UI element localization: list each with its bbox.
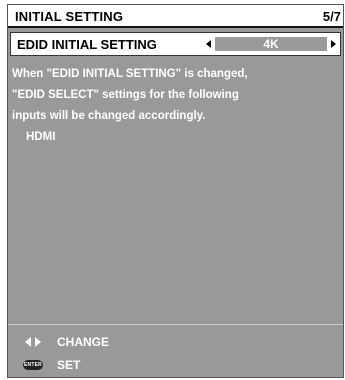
edid-initial-setting-row[interactable]: EDID INITIAL SETTING 4K [10, 32, 341, 56]
message-line-1: When "EDID INITIAL SETTING" is changed, [12, 68, 248, 80]
setting-value-selector[interactable]: 4K [206, 37, 336, 51]
message-line-3: inputs will be changed accordingly. [12, 110, 206, 122]
message-line-2: "EDID SELECT" settings for the following [12, 89, 239, 101]
left-right-arrows-icon [23, 336, 49, 348]
enter-button-icon: ENTER [23, 359, 49, 371]
affected-input-hdmi: HDMI [26, 131, 56, 143]
footer-change-hint: CHANGE [8, 332, 343, 352]
initial-setting-screen: INITIAL SETTING 5/7 EDID INITIAL SETTING… [7, 4, 344, 378]
left-arrow-icon[interactable] [206, 40, 211, 48]
page-indicator: 5/7 [322, 9, 341, 24]
set-label: SET [57, 358, 81, 372]
change-label: CHANGE [57, 335, 110, 349]
footer-divider [8, 324, 343, 325]
setting-value: 4K [215, 37, 327, 51]
menu-title: INITIAL SETTING [15, 9, 124, 24]
setting-label: EDID INITIAL SETTING [17, 37, 157, 52]
right-arrow-icon[interactable] [331, 40, 336, 48]
enter-icon-text: ENTER [23, 360, 43, 370]
menu-header: INITIAL SETTING 5/7 [8, 5, 343, 28]
footer-set-hint: ENTER SET [8, 355, 343, 375]
